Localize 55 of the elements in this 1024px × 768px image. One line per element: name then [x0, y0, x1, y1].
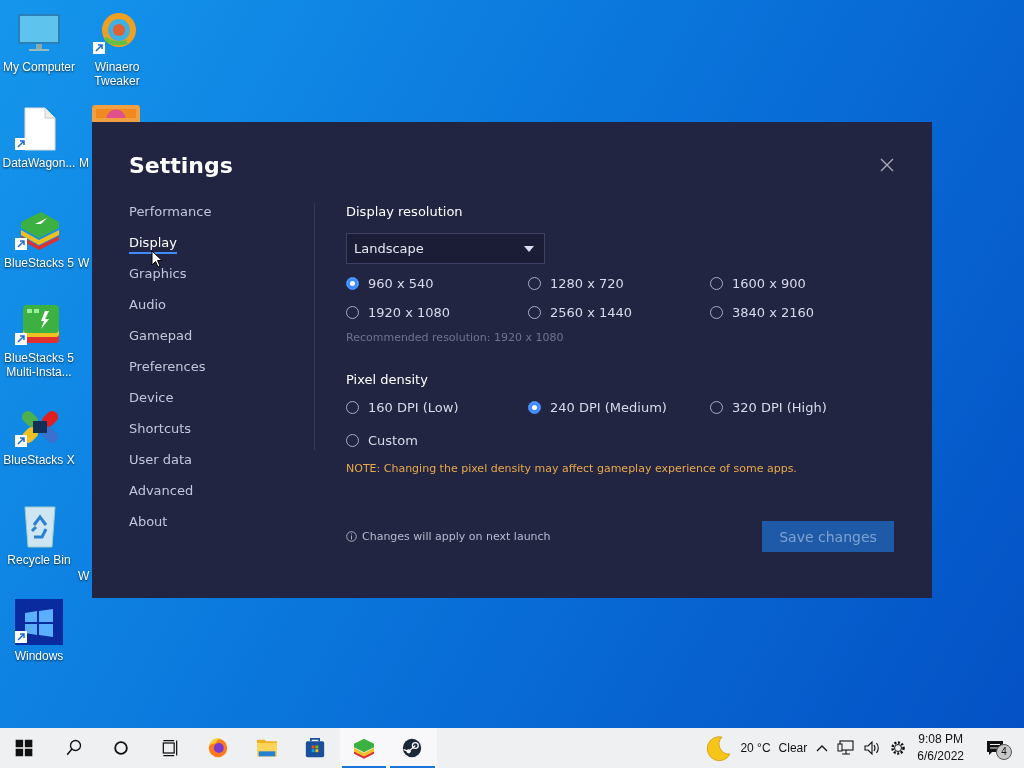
caret-icon	[524, 245, 534, 252]
nav-item[interactable]: Shortcuts	[129, 420, 192, 440]
temperature-text[interactable]: 20 °C	[740, 741, 771, 755]
icon-label: BlueStacks X	[3, 453, 75, 467]
radio-button[interactable]	[528, 400, 541, 414]
section-heading: Pixel density	[346, 371, 428, 389]
icon-label: BlueStacks 5 Multi-Insta...	[2, 351, 75, 379]
nav-item[interactable]: Graphics	[129, 265, 187, 285]
hint-text: Recommended resolution: 1920 x 1080	[346, 331, 564, 344]
option-label: 2560 x 1440	[550, 304, 633, 320]
radio-button[interactable]	[346, 276, 359, 290]
weather-text[interactable]: Clear	[778, 741, 808, 755]
icon-label: Recycle Bin	[7, 553, 71, 567]
section-heading: Display resolution	[346, 203, 463, 221]
option-label: 3840 x 2160	[732, 304, 815, 320]
notification-count: 4	[996, 744, 1012, 760]
icon-label: Windows	[14, 649, 64, 663]
icon-label: My Computer	[3, 60, 75, 74]
icon-label: W	[78, 569, 90, 583]
orientation-dropdown[interactable]: Landscape	[346, 233, 545, 264]
option-label: 320 DPI (High)	[732, 399, 827, 415]
nav-item[interactable]: Performance	[129, 203, 212, 223]
info-icon	[346, 531, 357, 542]
gear-icon[interactable]	[889, 739, 908, 757]
option-label: 960 x 540	[368, 275, 434, 291]
option-label: 160 DPI (Low)	[368, 399, 459, 415]
option-label: 240 DPI (Medium)	[550, 399, 667, 415]
icon-label: Winaero Tweaker	[93, 60, 141, 88]
icon-label: W	[78, 256, 90, 270]
nav-item[interactable]: User data	[129, 451, 193, 471]
clock-date[interactable]: 6/6/2022	[917, 748, 964, 765]
option-label: 1920 x 1080	[368, 304, 451, 320]
option-label: 1600 x 900	[732, 275, 806, 291]
speaker-icon[interactable]	[863, 741, 882, 755]
chevron-up-icon[interactable]	[815, 743, 830, 753]
nav-item[interactable]: Advanced	[129, 482, 194, 502]
nav-item[interactable]: Gamepad	[129, 327, 193, 347]
close-icon[interactable]	[880, 158, 894, 172]
nav-item[interactable]: Preferences	[129, 358, 206, 378]
windows-logo-icon[interactable]	[15, 599, 63, 645]
option-label: Custom	[368, 432, 418, 448]
icon-label: M	[79, 156, 89, 170]
nav-item[interactable]: Device	[129, 389, 174, 409]
option-label: 1280 x 720	[550, 275, 624, 291]
dialog-title: Settings	[129, 152, 233, 178]
clock-time[interactable]: 9:08 PM	[918, 731, 963, 748]
nav-item[interactable]: About	[129, 513, 168, 533]
network-icon[interactable]	[837, 740, 856, 756]
nav-item[interactable]: Audio	[129, 296, 166, 316]
info-text: Changes will apply on next launch	[362, 530, 551, 543]
note-text: NOTE: Changing the pixel density may affect gameplay experience of some apps.	[346, 462, 797, 475]
notification-button[interactable]: 4	[986, 736, 1010, 760]
mouse-cursor-icon	[151, 250, 163, 268]
icon-label: DataWagon...	[2, 156, 76, 170]
icon-label: BlueStacks 5	[3, 256, 74, 270]
